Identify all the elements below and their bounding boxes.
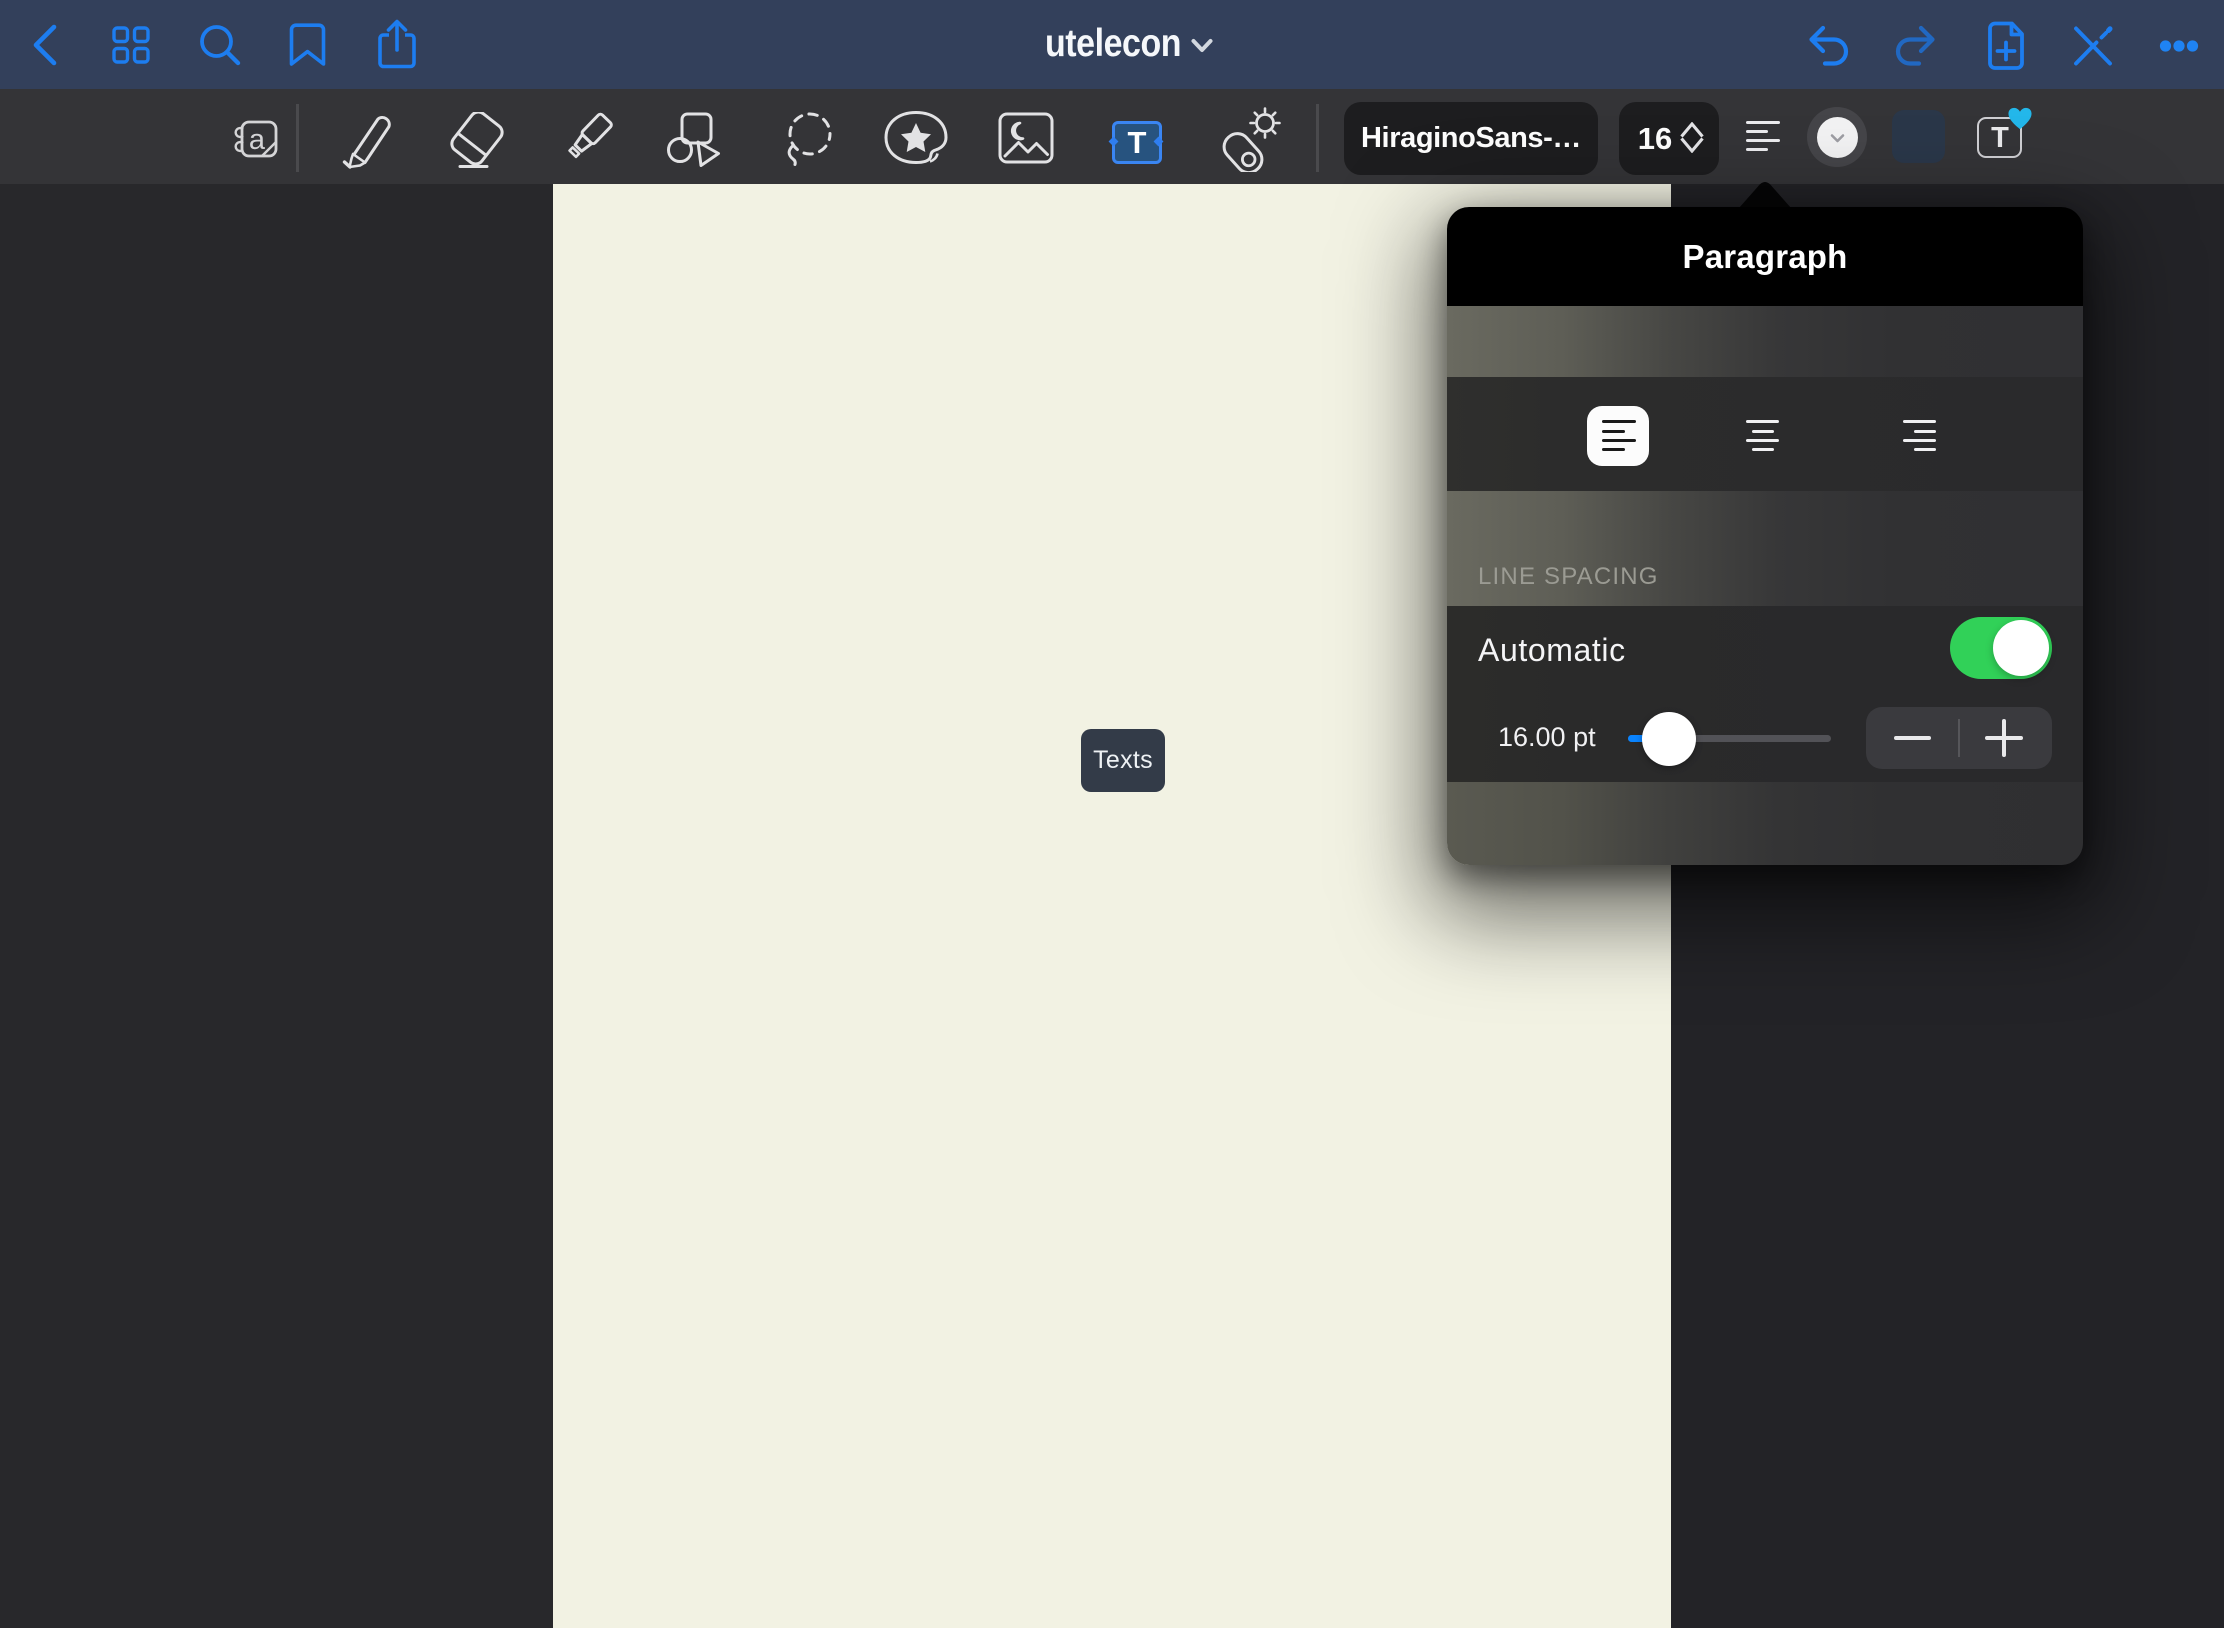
- svg-text:a: a: [249, 124, 266, 156]
